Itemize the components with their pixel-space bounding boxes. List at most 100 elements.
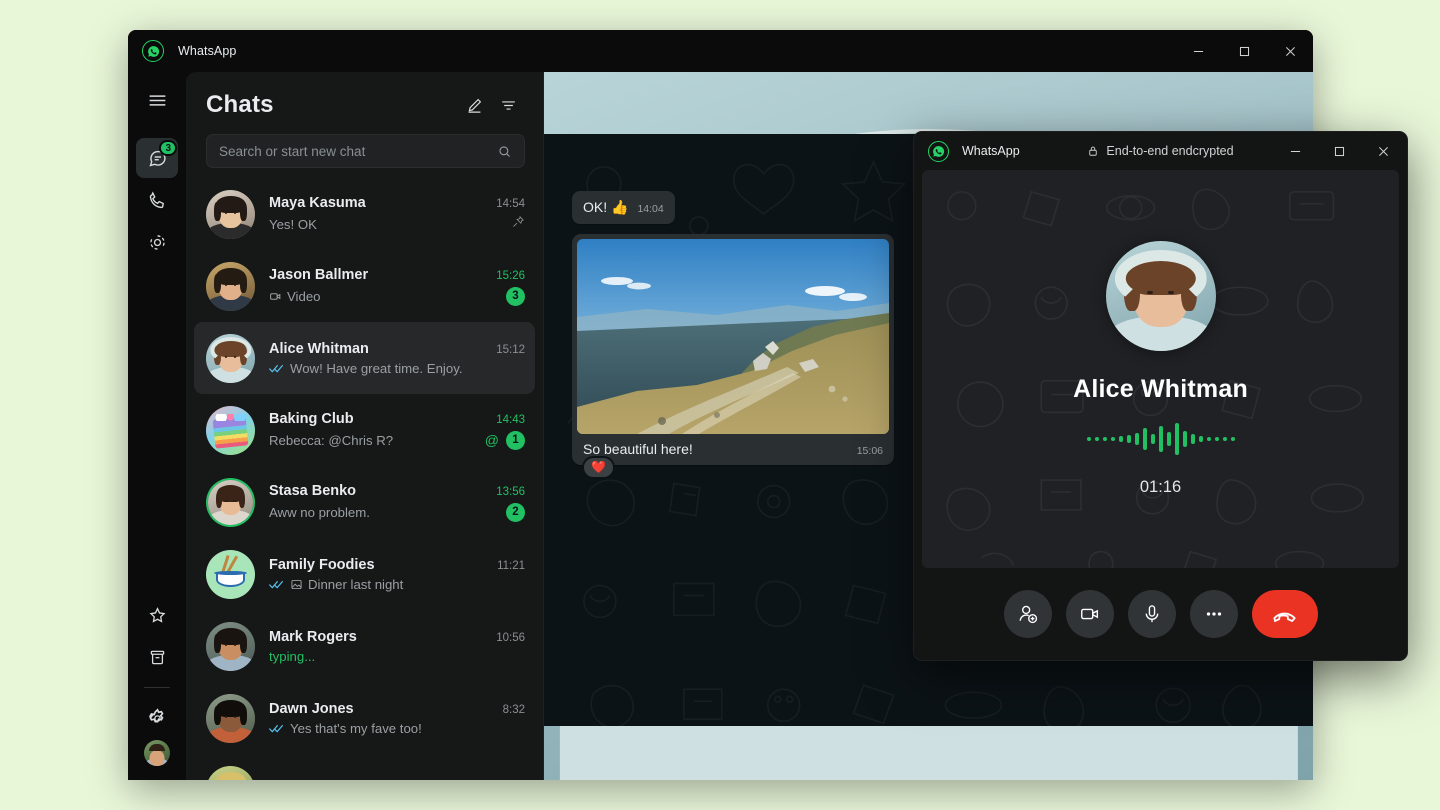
chat-item-preview-text: Yes that's my fave too!	[290, 721, 422, 736]
message-image[interactable]	[577, 239, 889, 434]
waveform-bar	[1143, 428, 1147, 450]
page-title: Chats	[206, 91, 457, 119]
chat-list-item[interactable]: Maya Kasuma14:54Yes! OK	[194, 178, 535, 250]
call-titlebar: WhatsApp End-to-end endcrypted	[914, 132, 1407, 170]
message-timestamp: 14:04	[637, 202, 663, 216]
chat-list-item[interactable]: Family Foodies11:21Dinner last night	[194, 538, 535, 610]
chat-item-preview: Yes that's my fave too!	[269, 721, 525, 736]
message-text: OK! 👍	[583, 198, 628, 217]
chat-item-name: Mark Rogers	[269, 629, 488, 645]
call-duration: 01:16	[1140, 478, 1181, 497]
toggle-video-button[interactable]	[1066, 590, 1114, 638]
call-contact-name: Alice Whitman	[1073, 375, 1248, 404]
new-chat-button[interactable]	[457, 88, 491, 122]
search-box[interactable]	[206, 134, 525, 168]
waveform-bar	[1231, 437, 1235, 441]
microphone-icon	[1141, 603, 1163, 625]
search-icon	[497, 144, 512, 159]
chat-list-item[interactable]: Jason Ballmer15:26Video3	[194, 250, 535, 322]
profile-avatar[interactable]	[144, 740, 170, 766]
whatsapp-logo-icon	[142, 40, 164, 62]
chat-item-meta: @1	[485, 431, 525, 450]
chat-list[interactable]: Maya Kasuma14:54Yes! OKJason Ballmer15:2…	[186, 178, 543, 780]
app-title: WhatsApp	[178, 44, 236, 58]
mention-icon: @	[485, 433, 499, 447]
call-minimize-button[interactable]	[1273, 132, 1317, 170]
waveform-bar	[1111, 437, 1115, 441]
rail-item-archived[interactable]	[136, 637, 178, 677]
maximize-button[interactable]	[1221, 30, 1267, 72]
chat-item-preview: Dinner last night	[269, 577, 525, 592]
call-app-title: WhatsApp	[962, 144, 1020, 158]
chat-item-content: Mark Rogers10:56typing...	[269, 629, 525, 664]
unread-badge: 2	[506, 503, 525, 522]
rail-item-calls[interactable]	[136, 180, 178, 220]
incoming-message-bubble[interactable]: OK! 👍 14:04	[572, 191, 675, 224]
chat-list-item[interactable]: Baking Club14:43Rebecca: @Chris R?@1	[194, 394, 535, 466]
rail-item-status[interactable]	[136, 222, 178, 262]
chat-item-name: Family Foodies	[269, 557, 489, 573]
hangup-icon	[1271, 601, 1298, 628]
avatar	[206, 550, 255, 599]
add-participant-button[interactable]	[1004, 590, 1052, 638]
chat-item-name: Stasa Benko	[269, 483, 488, 499]
contact-avatar[interactable]	[562, 83, 602, 123]
encryption-label: End-to-end endcrypted	[1106, 144, 1233, 158]
close-button[interactable]	[1267, 30, 1313, 72]
rail-item-chats[interactable]: 3	[136, 138, 178, 178]
rail-item-settings[interactable]	[136, 698, 178, 738]
waveform-bar	[1159, 426, 1163, 452]
read-receipt-icon	[269, 363, 285, 374]
search-container	[186, 128, 543, 178]
avatar	[206, 334, 255, 383]
chat-item-time: 10:56	[496, 632, 525, 644]
chat-list-item[interactable]: Dawn Jones8:32Yes that's my fave too!	[194, 682, 535, 754]
chat-list-item[interactable]: Stasa Benko 13:56 Aww no problem. 2	[194, 466, 535, 538]
waveform-bar	[1095, 437, 1099, 441]
menu-button[interactable]	[136, 80, 178, 120]
minimize-button[interactable]	[1175, 30, 1221, 72]
add-person-icon	[1017, 603, 1039, 625]
call-controls	[914, 568, 1407, 660]
chat-item-preview-text: Aww no problem.	[269, 505, 370, 520]
call-contact-avatar	[1106, 241, 1216, 351]
titlebar: WhatsApp	[128, 30, 1313, 72]
call-maximize-button[interactable]	[1317, 132, 1361, 170]
avatar	[208, 480, 253, 525]
rail-item-starred[interactable]	[136, 595, 178, 635]
chat-item-content: Family Foodies11:21Dinner last night	[269, 557, 525, 592]
chat-item-preview-text: Yes! OK	[269, 217, 317, 232]
rail-divider	[144, 687, 170, 688]
chat-list-item[interactable]: Ziggy Woodley9:12	[194, 754, 535, 780]
waveform-bar	[1207, 437, 1211, 441]
navigation-rail: 3	[128, 72, 186, 780]
more-options-button[interactable]	[1190, 590, 1238, 638]
chat-item-meta	[511, 215, 525, 234]
end-call-button[interactable]	[1252, 590, 1318, 638]
read-receipt-icon	[269, 723, 285, 734]
chat-list-item[interactable]: Alice Whitman15:12Wow! Have great time. …	[194, 322, 535, 394]
filter-button[interactable]	[491, 88, 525, 122]
chat-item-preview-text: Video	[287, 289, 321, 304]
waveform-bar	[1119, 436, 1123, 442]
chat-item-time: 13:56	[496, 486, 525, 498]
avatar	[206, 262, 255, 311]
pin-icon	[511, 215, 525, 234]
message-reaction[interactable]: ❤️	[582, 456, 615, 479]
chat-item-preview: Rebecca: @Chris R?	[269, 433, 477, 448]
more-horizontal-icon	[1203, 603, 1225, 625]
chat-list-panel: Chats Maya Kasuma14:54Yes! OKJason Ballm…	[186, 72, 544, 780]
timestamp-text: 14:04	[637, 202, 663, 216]
search-input[interactable]	[219, 144, 497, 159]
chat-item-preview-text: Rebecca: @Chris R?	[269, 433, 393, 448]
toggle-mute-button[interactable]	[1128, 590, 1176, 638]
window-controls	[1175, 30, 1313, 72]
call-close-button[interactable]	[1361, 132, 1405, 170]
photo-icon	[290, 578, 303, 591]
waveform-bar	[1183, 431, 1187, 447]
image-message-bubble[interactable]: So beautiful here!15:06❤️	[572, 234, 894, 465]
waveform-bar	[1215, 437, 1219, 441]
avatar	[206, 622, 255, 671]
chat-list-item[interactable]: Mark Rogers10:56typing...	[194, 610, 535, 682]
avatar	[206, 190, 255, 239]
